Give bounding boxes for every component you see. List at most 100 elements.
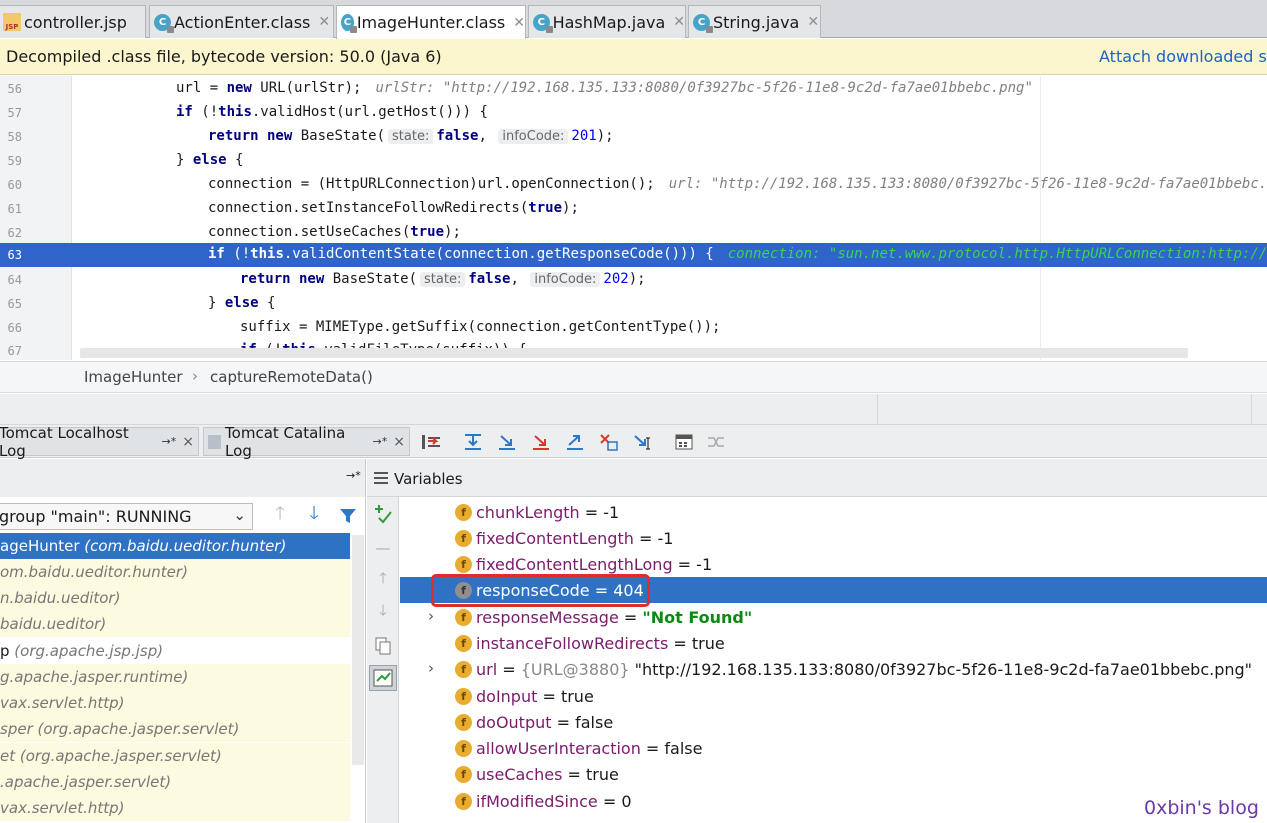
stack-frame[interactable]: vax.servlet.http): [0, 795, 350, 821]
stack-frame[interactable]: p (org.apache.jsp.jsp): [0, 638, 350, 664]
variable-name: allowUserInteraction: [476, 739, 641, 758]
stack-frame[interactable]: om.baidu.ueditor.hunter): [0, 559, 350, 585]
stack-frame[interactable]: g.apache.jasper.runtime): [0, 664, 350, 690]
frames-panel: →* group "main": RUNNING ⌄ 🡑 🡓 ageHunter…: [0, 459, 366, 823]
code-line[interactable]: 60 connection = (HttpURLConnection)url.o…: [0, 173, 1267, 197]
frames-scrollbar[interactable]: [352, 535, 364, 765]
stack-frame[interactable]: et (org.apache.jasper.servlet): [0, 743, 350, 769]
step-over-icon[interactable]: [462, 431, 484, 453]
copy-icon[interactable]: [372, 635, 394, 657]
decompiled-banner: Decompiled .class file, bytecode version…: [0, 39, 1267, 75]
tab-hashmap-java[interactable]: C HashMap.java ✕: [528, 5, 686, 38]
variable-name: fixedContentLengthLong: [476, 555, 673, 574]
tab-string-java[interactable]: C String.java ✕: [688, 5, 821, 38]
show-watches-icon[interactable]: [369, 665, 397, 691]
stack-frame[interactable]: n.baidu.ueditor): [0, 585, 350, 611]
chevron-right-icon[interactable]: ›: [428, 659, 434, 677]
breadcrumb-method[interactable]: captureRemoteData(): [210, 368, 373, 386]
attach-sources-link[interactable]: Attach downloaded sou: [1099, 47, 1267, 66]
remove-watch-icon[interactable]: —: [372, 537, 394, 559]
code-line[interactable]: 64 return new BaseState(state: false, inf…: [0, 268, 1267, 292]
frame-package: baidu.ueditor): [0, 615, 107, 633]
variable-row[interactable]: f ifModifiedSince = 0: [400, 788, 1267, 814]
evaluate-expression-icon[interactable]: [673, 431, 695, 453]
thread-selector[interactable]: group "main": RUNNING ⌄: [0, 503, 253, 530]
pin-icon[interactable]: →*: [162, 435, 177, 448]
chevron-down-icon: ⌄: [233, 506, 246, 524]
current-execution-line[interactable]: 63 if (!this.validContentState(connectio…: [0, 243, 1267, 267]
arrow-down-icon[interactable]: 🡓: [303, 503, 325, 527]
frames-header: →*: [0, 459, 365, 497]
close-icon[interactable]: ×: [182, 434, 194, 450]
tab-tomcat-catalina-log[interactable]: Tomcat Catalina Log →* ×: [203, 424, 410, 460]
variable-row[interactable]: f instanceFollowRedirects = true: [400, 630, 1267, 656]
frame-method: ageHunter: [0, 537, 80, 555]
pin-icon[interactable]: →*: [373, 435, 388, 448]
code-line[interactable]: 66 suffix = MIMEType.getSuffix(connectio…: [0, 316, 1267, 340]
arrow-up-icon[interactable]: 🡑: [372, 569, 394, 591]
tab-tomcat-localhost-log[interactable]: Tomcat Localhost Log →* ×: [0, 424, 199, 460]
code-text: );: [628, 271, 646, 287]
tab-controller-jsp[interactable]: JSP controller.jsp: [0, 5, 146, 38]
code-line[interactable]: 57 if (!this.validHost(url.getHost())) {: [0, 101, 1267, 125]
chevron-right-icon[interactable]: ›: [428, 607, 434, 625]
variable-row[interactable]: f fixedContentLength = -1: [400, 525, 1267, 551]
class-file-icon: C: [533, 13, 553, 33]
filter-icon[interactable]: [337, 505, 359, 527]
tab-actionenter-class[interactable]: C ActionEnter.class ✕: [149, 5, 334, 38]
close-icon[interactable]: ✕: [673, 14, 685, 30]
arrow-down-icon[interactable]: 🡓: [372, 601, 394, 623]
variable-row[interactable]: › f url = {URL@3880} "http://192.168.135…: [400, 656, 1267, 682]
variable-row[interactable]: f chunkLength = -1: [400, 499, 1267, 525]
code-text: ,: [478, 128, 487, 144]
code-line[interactable]: 65 } else {: [0, 292, 1267, 316]
code-line[interactable]: 56 url = new URL(urlStr); urlStr: "http:/…: [0, 77, 1267, 101]
log-icon: [208, 434, 222, 449]
tab-imagehunter-class[interactable]: C ImageHunter.class ✕: [336, 5, 526, 39]
variables-side-toolbar: — 🡑 🡓: [367, 459, 399, 823]
equals-sign: =: [597, 792, 622, 811]
tab-label: HashMap.java: [552, 12, 666, 32]
variable-row[interactable]: › f responseMessage = "Not Found": [400, 604, 1267, 630]
class-file-icon: C: [154, 13, 174, 33]
breadcrumb-class[interactable]: ImageHunter: [84, 368, 183, 386]
stack-frame[interactable]: .apache.jasper.servlet): [0, 769, 350, 795]
parameter-hint: state:: [420, 272, 466, 287]
arrow-up-icon[interactable]: 🡑: [269, 503, 291, 527]
run-to-cursor-icon[interactable]: [632, 431, 654, 453]
step-out-icon[interactable]: [564, 431, 586, 453]
stack-frame[interactable]: sper (org.apache.jasper.servlet): [0, 716, 350, 742]
stack-frame[interactable]: vax.servlet.http): [0, 690, 350, 716]
stack-frame[interactable]: baidu.ueditor): [0, 611, 350, 637]
close-icon[interactable]: ✕: [318, 14, 330, 30]
code-text: }: [176, 152, 193, 168]
inline-debug-value: urlStr: "http://192.168.135.133:8080/0f3…: [375, 80, 1033, 96]
variable-type: {URL@3880}: [520, 660, 630, 679]
close-icon[interactable]: ✕: [807, 14, 819, 30]
variable-row[interactable]: f allowUserInteraction = false: [400, 735, 1267, 761]
code-line[interactable]: 59 } else {: [0, 149, 1267, 173]
drop-frame-icon[interactable]: [598, 431, 620, 453]
variable-row[interactable]: f useCaches = true: [400, 761, 1267, 787]
code-text: );: [444, 224, 461, 240]
code-line[interactable]: 58 return new BaseState(state: false, inf…: [0, 125, 1267, 149]
variable-row[interactable]: f doOutput = false: [400, 709, 1267, 735]
code-editor[interactable]: 56 url = new URL(urlStr); urlStr: "http:/…: [0, 76, 1267, 360]
close-icon[interactable]: ✕: [513, 15, 525, 31]
step-into-icon[interactable]: [496, 431, 518, 453]
variable-value: true: [586, 765, 619, 784]
frame-package: g.apache.jasper.runtime): [0, 668, 189, 686]
close-icon[interactable]: ×: [393, 434, 405, 450]
variable-row[interactable]: f doInput = true: [400, 683, 1267, 709]
equals-sign: =: [537, 687, 561, 706]
stack-frame[interactable]: ageHunter (com.baidu.ueditor.hunter): [0, 533, 350, 559]
code-line[interactable]: 61 connection.setInstanceFollowRedirects…: [0, 197, 1267, 221]
jsp-file-icon: JSP: [3, 13, 21, 31]
code-line[interactable]: 62 connection.setUseCaches(true);: [0, 221, 1267, 245]
new-watch-icon[interactable]: [372, 503, 394, 525]
show-execution-point-icon[interactable]: [420, 431, 442, 453]
horizontal-scrollbar[interactable]: [80, 348, 1188, 358]
pin-icon[interactable]: →*: [346, 469, 361, 482]
field-icon: f: [455, 556, 472, 573]
force-step-into-icon[interactable]: [530, 431, 552, 453]
